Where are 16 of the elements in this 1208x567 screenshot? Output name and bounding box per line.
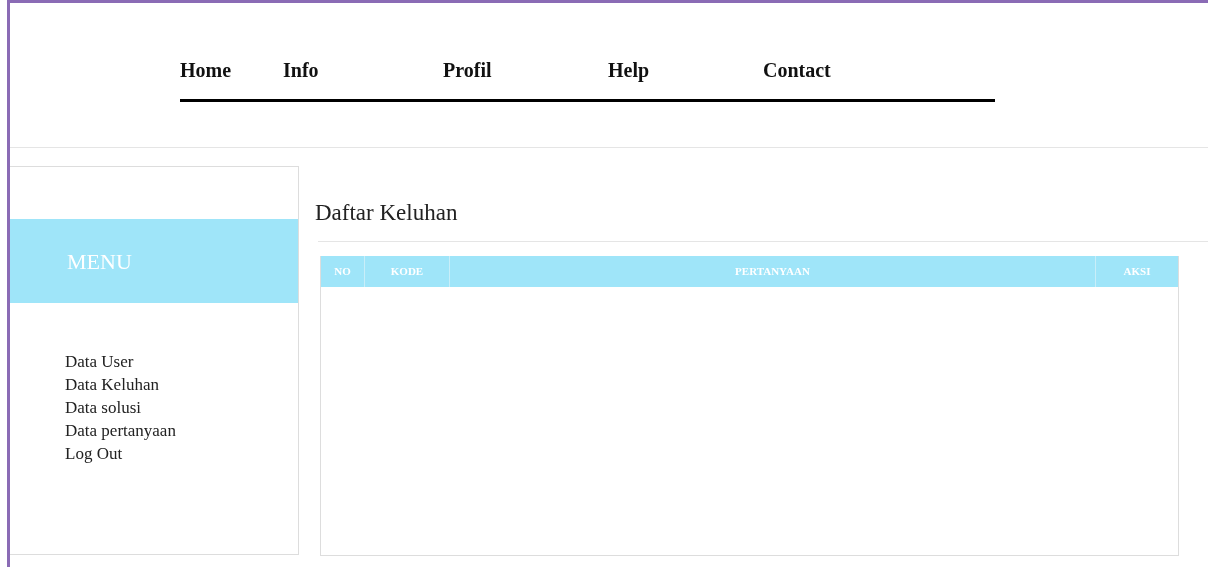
nav-link[interactable]: Help [608, 55, 763, 85]
sidebar-item[interactable]: Log Out [65, 442, 123, 465]
nav-link[interactable]: Profil [443, 55, 608, 85]
column-header: AKSI [1095, 256, 1178, 287]
column-header: NO [333, 264, 352, 280]
column-header: KODE [364, 256, 449, 287]
menu-title: MENU [67, 247, 132, 276]
page-title: Daftar Keluhan [315, 199, 459, 227]
nav-link[interactable]: Info [283, 55, 443, 85]
nav-link[interactable]: Home [180, 55, 283, 85]
sidebar-item[interactable]: Data pertanyaan [65, 419, 176, 442]
column-header: PERTANYAAN [449, 256, 1095, 287]
sidebar-item[interactable]: Data solusi [65, 396, 142, 419]
sidebar-item[interactable]: Data Keluhan [65, 373, 159, 396]
nav-link[interactable]: Contact [763, 55, 903, 85]
sidebar-item[interactable]: Data User [65, 350, 134, 373]
